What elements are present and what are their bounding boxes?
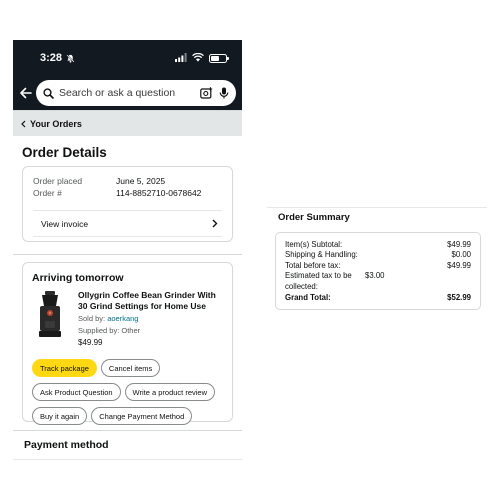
search-icon — [43, 87, 54, 99]
breadcrumb-label: Your Orders — [30, 118, 82, 129]
signal-icon — [175, 49, 187, 67]
summary-value: $0.00 — [451, 250, 471, 260]
status-icons — [175, 49, 229, 67]
summary-label: Shipping & Handling: — [285, 250, 358, 260]
battery-level — [211, 55, 220, 61]
order-info-card: Order placed June 5, 2025 Order # 114-88… — [22, 166, 233, 242]
order-placed-label: Order placed — [33, 176, 83, 186]
sold-by: Sold by: aoerkang — [78, 314, 223, 324]
search-box[interactable] — [36, 80, 236, 106]
sold-by-label: Sold by: — [78, 314, 106, 323]
order-number-value: 114-8852710-0678642 — [116, 188, 202, 198]
write-review-button[interactable]: Write a product review — [124, 383, 216, 401]
order-summary-card: Item(s) Subtotal: $49.99 Shipping & Hand… — [275, 232, 481, 311]
order-number-row: Order # 114-8852710-0678642 — [33, 187, 222, 199]
ask-product-question-button[interactable]: Ask Product Question — [32, 383, 121, 401]
order-placed-value: June 5, 2025 — [116, 176, 166, 186]
action-row-3: Buy it again Change Payment Method — [32, 407, 223, 425]
product-image[interactable] — [32, 291, 68, 339]
page-title: Order Details — [22, 145, 107, 160]
microphone-icon[interactable] — [219, 87, 229, 99]
summary-row: Shipping & Handling: $0.00 — [285, 250, 471, 260]
buy-again-button[interactable]: Buy it again — [32, 407, 88, 425]
grand-total-row: Grand Total: $52.99 — [285, 293, 471, 303]
order-number-label: Order # — [33, 188, 62, 198]
summary-value: $49.99 — [447, 260, 471, 270]
bell-off-icon — [66, 53, 75, 63]
grand-total-value: $52.99 — [447, 293, 471, 303]
view-invoice-label: View invoice — [41, 218, 89, 229]
summary-row: Total before tax: $49.99 — [285, 261, 471, 271]
payment-method-heading: Payment method — [13, 430, 242, 460]
cancel-items-button[interactable]: Cancel items — [100, 359, 161, 377]
summary-row: Item(s) Subtotal: $49.99 — [285, 240, 471, 250]
summary-value: $49.99 — [447, 240, 471, 249]
breadcrumb[interactable]: Your Orders — [13, 110, 242, 136]
chevron-right-icon — [212, 219, 218, 228]
summary-row: Estimated tax to be collected: $3.00 — [285, 271, 471, 292]
battery-icon — [209, 53, 229, 63]
change-payment-button[interactable]: Change Payment Method — [91, 407, 193, 425]
action-row-2: Ask Product Question Write a product rev… — [32, 383, 223, 401]
summary-value: $3.00 — [365, 271, 385, 281]
supplied-by: Supplied by: Other — [78, 325, 141, 335]
order-placed-row: Order placed June 5, 2025 — [33, 175, 222, 187]
wifi-icon — [192, 49, 204, 67]
track-package-button[interactable]: Track package — [32, 359, 97, 377]
search-header — [13, 76, 242, 110]
chevron-left-icon — [21, 120, 26, 128]
back-arrow-icon[interactable] — [17, 84, 33, 102]
seller-link[interactable]: aoerkang — [107, 314, 138, 323]
product-name[interactable]: Ollygrin Coffee Bean Grinder With 30 Gri… — [78, 290, 223, 312]
order-summary-title: Order Summary — [267, 207, 487, 227]
section-divider — [13, 254, 242, 255]
camera-icon[interactable] — [200, 87, 213, 99]
delivery-status: Arriving tomorrow — [32, 272, 124, 284]
summary-label: Estimated tax to be collected: — [285, 271, 352, 291]
shipment-card: Arriving tomorrow Ollygrin Coffee Bean G… — [22, 262, 233, 425]
action-row-1: Track package Cancel items — [32, 359, 223, 377]
search-input[interactable] — [59, 87, 194, 99]
order-summary: Order Summary Item(s) Subtotal: $49.99 S… — [267, 207, 487, 311]
status-time: 3:28 — [40, 52, 63, 64]
phone-screen: 3:28 Search or ask a question Your Order… — [13, 40, 242, 462]
summary-label: Total before tax: — [285, 260, 341, 270]
product-row: Ollygrin Coffee Bean Grinder With 30 Gri… — [32, 290, 223, 347]
grand-total-label: Grand Total: — [285, 293, 331, 303]
product-price: $49.99 — [78, 338, 103, 347]
summary-label: Item(s) Subtotal: — [285, 240, 343, 249]
view-invoice-link[interactable]: View invoice — [33, 210, 222, 237]
status-bar: 3:28 — [13, 40, 242, 76]
